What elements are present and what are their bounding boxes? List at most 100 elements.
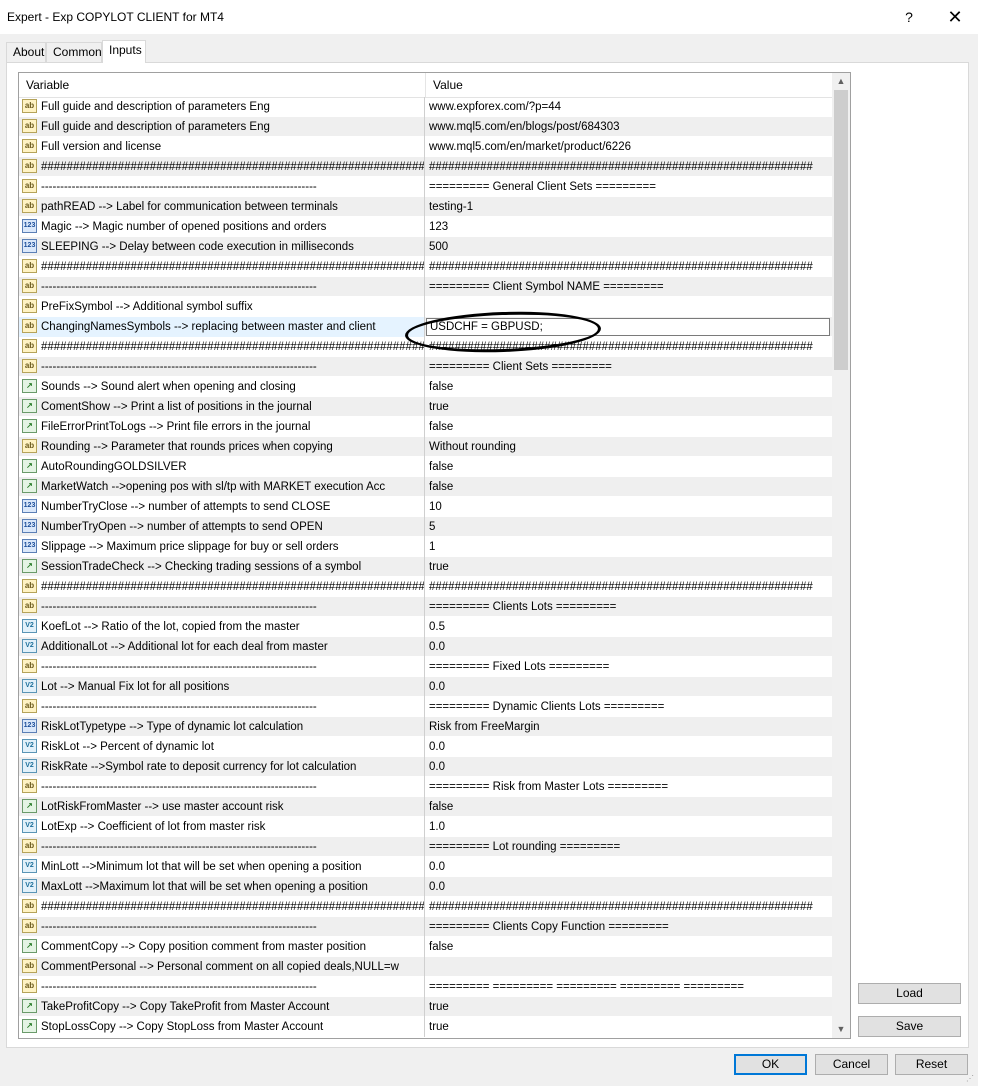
variable-cell[interactable]: ab --------------------------------------…: [19, 777, 425, 797]
variable-cell[interactable]: ↗ TakeProfitCopy --> Copy TakeProfit from…: [19, 997, 425, 1017]
variable-cell[interactable]: ab --------------------------------------…: [19, 977, 425, 997]
table-row[interactable]: ab --------------------------------------…: [19, 357, 832, 377]
variable-cell[interactable]: 123 NumberTryOpen --> number of attempts …: [19, 517, 425, 537]
variable-cell[interactable]: ab PreFixSymbol --> Additional symbol suf…: [19, 297, 425, 317]
variable-cell[interactable]: ↗ StopLossCopy --> Copy StopLoss from Mas…: [19, 1017, 425, 1037]
scroll-thumb[interactable]: [834, 90, 848, 370]
variable-cell[interactable]: ab ######################################…: [19, 157, 425, 177]
table-row[interactable]: ab CommentPersonal --> Personal comment o…: [19, 957, 832, 977]
variable-cell[interactable]: ab ChangingNamesSymbols --> replacing bet…: [19, 317, 425, 337]
load-button[interactable]: Load: [858, 983, 961, 1004]
variable-cell[interactable]: 123 SLEEPING --> Delay between code execu…: [19, 237, 425, 257]
value-cell[interactable]: ========= Risk from Master Lots ========…: [426, 777, 832, 797]
reset-button[interactable]: Reset: [895, 1054, 968, 1075]
table-row[interactable]: 123 NumberTryOpen --> number of attempts …: [19, 517, 832, 537]
variable-cell[interactable]: ab ######################################…: [19, 337, 425, 357]
value-cell[interactable]: 0.5: [426, 617, 832, 637]
value-cell[interactable]: 0.0: [426, 877, 832, 897]
value-cell[interactable]: [426, 957, 832, 977]
value-cell[interactable]: ========= Fixed Lots =========: [426, 657, 832, 677]
table-row[interactable]: ↗ CommentCopy --> Copy position comment f…: [19, 937, 832, 957]
table-row[interactable]: V2 LotExp --> Coefficient of lot from mas…: [19, 817, 832, 837]
value-cell[interactable]: ========= Clients Lots =========: [426, 597, 832, 617]
cancel-button[interactable]: Cancel: [815, 1054, 888, 1075]
table-row[interactable]: ↗ StopLossCopy --> Copy StopLoss from Mas…: [19, 1017, 832, 1037]
table-row[interactable]: ab --------------------------------------…: [19, 597, 832, 617]
table-row[interactable]: ab --------------------------------------…: [19, 777, 832, 797]
tab-inputs[interactable]: Inputs: [102, 40, 146, 63]
table-row[interactable]: 123 Magic --> Magic number of opened posi…: [19, 217, 832, 237]
tab-about[interactable]: About: [6, 42, 46, 62]
variable-cell[interactable]: ab --------------------------------------…: [19, 917, 425, 937]
variable-cell[interactable]: ab Full version and license: [19, 137, 425, 157]
table-row[interactable]: ab PreFixSymbol --> Additional symbol suf…: [19, 297, 832, 317]
variable-cell[interactable]: ↗ CommentCopy --> Copy position comment f…: [19, 937, 425, 957]
variable-cell[interactable]: ab --------------------------------------…: [19, 597, 425, 617]
table-row[interactable]: ↗ ComentShow --> Print a list of position…: [19, 397, 832, 417]
table-row[interactable]: V2 RiskRate -->Symbol rate to deposit cur…: [19, 757, 832, 777]
variable-cell[interactable]: ab --------------------------------------…: [19, 177, 425, 197]
variable-cell[interactable]: 123 RiskLotTypetype --> Type of dynamic l…: [19, 717, 425, 737]
table-row[interactable]: ↗ FileErrorPrintToLogs --> Print file err…: [19, 417, 832, 437]
variable-cell[interactable]: 123 Slippage --> Maximum price slippage f…: [19, 537, 425, 557]
variable-cell[interactable]: ab --------------------------------------…: [19, 277, 425, 297]
value-cell[interactable]: 0.0: [426, 637, 832, 657]
value-cell[interactable]: true: [426, 397, 832, 417]
table-row[interactable]: ab pathREAD --> Label for communication b…: [19, 197, 832, 217]
column-header-variable[interactable]: Variable: [19, 73, 425, 97]
scroll-up-icon[interactable]: ▲: [832, 73, 850, 90]
table-row[interactable]: ↗ TakeProfitCopy --> Copy TakeProfit from…: [19, 997, 832, 1017]
value-cell[interactable]: 0.0: [426, 757, 832, 777]
value-cell[interactable]: www.expforex.com/?p=44: [426, 97, 832, 117]
variable-cell[interactable]: ab ######################################…: [19, 257, 425, 277]
value-cell[interactable]: 123: [426, 217, 832, 237]
variable-cell[interactable]: V2 LotExp --> Coefficient of lot from mas…: [19, 817, 425, 837]
variable-cell[interactable]: V2 MaxLott -->Maximum lot that will be se…: [19, 877, 425, 897]
value-cell[interactable]: Risk from FreeMargin: [426, 717, 832, 737]
tab-common[interactable]: Common: [46, 42, 102, 62]
table-row[interactable]: ↗ LotRiskFromMaster --> use master accoun…: [19, 797, 832, 817]
variable-cell[interactable]: V2 Lot --> Manual Fix lot for all positio…: [19, 677, 425, 697]
table-row[interactable]: ab ######################################…: [19, 257, 832, 277]
variable-cell[interactable]: 123 Magic --> Magic number of opened posi…: [19, 217, 425, 237]
variable-cell[interactable]: ab Full guide and description of paramete…: [19, 97, 425, 117]
variable-cell[interactable]: ↗ MarketWatch -->opening pos with sl/tp w…: [19, 477, 425, 497]
value-edit-input[interactable]: [426, 318, 830, 336]
variable-cell[interactable]: V2 RiskLot --> Percent of dynamic lot: [19, 737, 425, 757]
variable-cell[interactable]: ↗ ComentShow --> Print a list of position…: [19, 397, 425, 417]
value-cell[interactable]: true: [426, 557, 832, 577]
variable-cell[interactable]: V2 MinLott -->Minimum lot that will be se…: [19, 857, 425, 877]
value-cell[interactable]: false: [426, 797, 832, 817]
value-cell[interactable]: [426, 317, 832, 337]
table-row[interactable]: ab --------------------------------------…: [19, 977, 832, 997]
variable-cell[interactable]: ab CommentPersonal --> Personal comment o…: [19, 957, 425, 977]
variable-cell[interactable]: ab pathREAD --> Label for communication b…: [19, 197, 425, 217]
variable-cell[interactable]: ab --------------------------------------…: [19, 357, 425, 377]
value-cell[interactable]: ========= ========= ========= ========= …: [426, 977, 832, 997]
variable-cell[interactable]: ↗ FileErrorPrintToLogs --> Print file err…: [19, 417, 425, 437]
save-button[interactable]: Save: [858, 1016, 961, 1037]
value-cell[interactable]: true: [426, 997, 832, 1017]
value-cell[interactable]: 500: [426, 237, 832, 257]
value-cell[interactable]: 1: [426, 537, 832, 557]
value-cell[interactable]: 0.0: [426, 857, 832, 877]
scroll-down-icon[interactable]: ▼: [832, 1021, 850, 1038]
table-row[interactable]: ↗ Sounds --> Sound alert when opening and…: [19, 377, 832, 397]
table-row[interactable]: V2 KoefLot --> Ratio of the lot, copied f…: [19, 617, 832, 637]
variable-cell[interactable]: V2 KoefLot --> Ratio of the lot, copied f…: [19, 617, 425, 637]
table-row[interactable]: ab --------------------------------------…: [19, 697, 832, 717]
table-row[interactable]: 123 SLEEPING --> Delay between code execu…: [19, 237, 832, 257]
close-button[interactable]: ✕: [944, 7, 966, 27]
value-cell[interactable]: ########################################…: [426, 337, 832, 357]
value-cell[interactable]: www.mql5.com/en/blogs/post/684303: [426, 117, 832, 137]
value-cell[interactable]: ========= Client Sets =========: [426, 357, 832, 377]
variable-cell[interactable]: ↗ AutoRoundingGOLDSILVER: [19, 457, 425, 477]
value-cell[interactable]: 10: [426, 497, 832, 517]
table-row[interactable]: 123 NumberTryClose --> number of attempts…: [19, 497, 832, 517]
value-cell[interactable]: false: [426, 937, 832, 957]
table-row[interactable]: V2 MaxLott -->Maximum lot that will be se…: [19, 877, 832, 897]
table-row[interactable]: ab ######################################…: [19, 157, 832, 177]
variable-cell[interactable]: ab --------------------------------------…: [19, 697, 425, 717]
ok-button[interactable]: OK: [734, 1054, 807, 1075]
variable-cell[interactable]: ab --------------------------------------…: [19, 837, 425, 857]
